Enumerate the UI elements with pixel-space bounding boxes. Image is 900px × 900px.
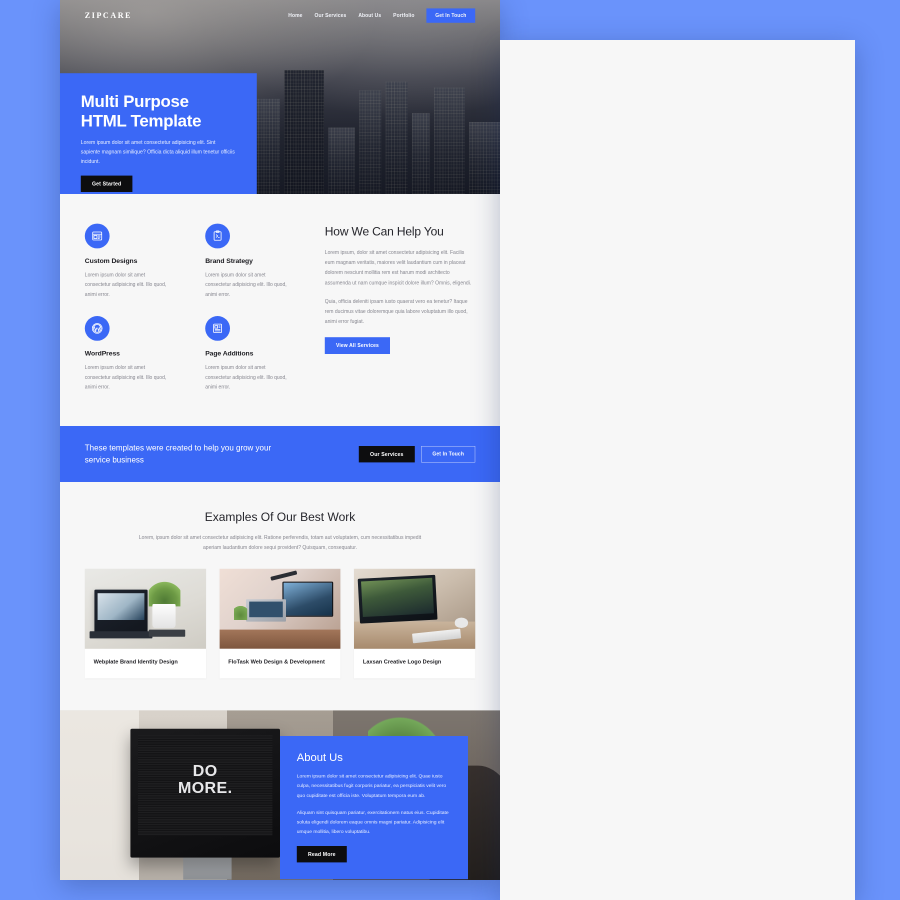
left-preview-panel[interactable]: ZIPCARE Home Our Services About Us Portf… bbox=[60, 0, 500, 880]
service-item: Brand Strategy Lorem ipsum dolor sit ame… bbox=[205, 223, 309, 300]
about-heading: About Us bbox=[296, 751, 343, 764]
portfolio-thumbnail bbox=[354, 568, 476, 649]
portfolio-card-title: Laxsan Creative Logo Design bbox=[362, 658, 442, 665]
wordpress-icon bbox=[84, 316, 110, 341]
portfolio-cards: Webplate Brand Identity Design FloTask W… bbox=[84, 568, 476, 679]
get-started-button[interactable]: Get Started bbox=[80, 175, 133, 193]
service-item: WordPress Lorem ipsum dolor sit amet con… bbox=[84, 316, 189, 392]
hero-text: Lorem ipsum dolor sit amet consectetur a… bbox=[80, 139, 235, 165]
portfolio-card[interactable]: FloTask Web Design & Development bbox=[219, 568, 341, 679]
nav-get-in-touch-button[interactable]: Get In Touch bbox=[426, 8, 476, 23]
service-text: Lorem ipsum dolor sit amet consectetur a… bbox=[84, 364, 167, 390]
about-card: About Us Lorem ipsum dolor sit amet cons… bbox=[280, 736, 468, 880]
help-paragraph-2: Quia, officia deleniti ipsam iusto quaer… bbox=[324, 298, 468, 325]
service-title: WordPress bbox=[84, 349, 120, 358]
page-top-portion: ZIPCARE Home Our Services About Us Portf… bbox=[60, 0, 500, 880]
portfolio-card-title: FloTask Web Design & Development bbox=[228, 658, 325, 665]
about-paragraph-2: Aliquam sint quisquam pariatur, exercita… bbox=[296, 809, 449, 835]
service-item: Page Additions Lorem ipsum dolor sit ame… bbox=[205, 316, 309, 392]
screen-text: DO MORE. bbox=[177, 761, 233, 797]
portfolio-thumbnail bbox=[219, 568, 341, 649]
main-navbar: ZIPCARE Home Our Services About Us Portf… bbox=[60, 0, 500, 31]
cta-banner-heading: These templates were created to help you… bbox=[84, 443, 272, 465]
portfolio-card[interactable]: Webplate Brand Identity Design bbox=[84, 568, 206, 679]
our-services-button[interactable]: Our Services bbox=[358, 445, 415, 463]
portfolio-card[interactable]: Laxsan Creative Logo Design bbox=[354, 568, 476, 679]
right-preview-panel[interactable]: WordPress Lorem ipsum dolor sit amet con… bbox=[500, 40, 855, 900]
nav-item-home[interactable]: Home bbox=[288, 13, 302, 19]
portfolio-section: Examples Of Our Best Work Lorem, ipsum d… bbox=[60, 482, 500, 711]
portfolio-subtitle: Lorem, ipsum dolor sit amet consectetur … bbox=[138, 534, 422, 550]
about-paragraph-1: Lorem ipsum dolor sit amet consectetur a… bbox=[296, 773, 447, 799]
service-title: Brand Strategy bbox=[205, 257, 253, 265]
brand-logo[interactable]: ZIPCARE bbox=[85, 11, 132, 20]
service-text: Lorem ipsum dolor sit amet consectetur a… bbox=[205, 272, 287, 298]
read-more-button[interactable]: Read More bbox=[296, 846, 347, 863]
service-text: Lorem ipsum dolor sit amet consectetur a… bbox=[205, 364, 287, 390]
services-grid: Custom Designs Lorem ipsum dolor sit ame… bbox=[84, 223, 309, 392]
help-block: How We Can Help You Lorem ipsum, dolor s… bbox=[324, 224, 475, 392]
cta-banner: These templates were created to help you… bbox=[60, 426, 500, 483]
hero-section: ZIPCARE Home Our Services About Us Portf… bbox=[60, 0, 500, 194]
portfolio-heading: Examples Of Our Best Work bbox=[204, 510, 356, 525]
clipboard-strategy-icon bbox=[205, 223, 230, 249]
imac-monitor: DO MORE. bbox=[130, 728, 280, 858]
help-heading: How We Can Help You bbox=[324, 225, 444, 239]
help-paragraph-1: Lorem ipsum, dolor sit amet consectetur … bbox=[324, 249, 472, 286]
hero-title: Multi Purpose HTML Template bbox=[80, 91, 202, 130]
browser-window-icon bbox=[84, 223, 110, 249]
portfolio-card-title: Webplate Brand Identity Design bbox=[93, 658, 178, 665]
cta-banner-actions: Our Services Get In Touch bbox=[358, 445, 476, 463]
nav-links: Home Our Services About Us Portfolio Get… bbox=[288, 8, 476, 23]
left-page-scaler: ZIPCARE Home Our Services About Us Portf… bbox=[60, 0, 500, 880]
page-layout-icon bbox=[205, 316, 230, 341]
nav-item-about-us[interactable]: About Us bbox=[358, 13, 381, 19]
nav-item-portfolio[interactable]: Portfolio bbox=[393, 13, 414, 19]
nav-item-our-services[interactable]: Our Services bbox=[315, 13, 347, 19]
about-section: DO MORE. About Us Lorem ipsum dolor sit a… bbox=[60, 710, 500, 880]
get-in-touch-button[interactable]: Get In Touch bbox=[421, 445, 476, 463]
portfolio-thumbnail bbox=[84, 568, 206, 649]
service-title: Page Additions bbox=[205, 349, 254, 358]
view-all-services-button[interactable]: View All Services bbox=[324, 337, 391, 355]
service-text: Lorem ipsum dolor sit amet consectetur a… bbox=[84, 272, 167, 298]
screenshot-stage: ZIPCARE Home Our Services About Us Portf… bbox=[0, 0, 900, 900]
monitor-stand bbox=[183, 855, 232, 880]
hero-card: Multi Purpose HTML Template Lorem ipsum … bbox=[60, 73, 257, 194]
services-section: Custom Designs Lorem ipsum dolor sit ame… bbox=[60, 194, 500, 427]
service-item: Custom Designs Lorem ipsum dolor sit ame… bbox=[84, 223, 189, 300]
service-title: Custom Designs bbox=[84, 257, 138, 265]
